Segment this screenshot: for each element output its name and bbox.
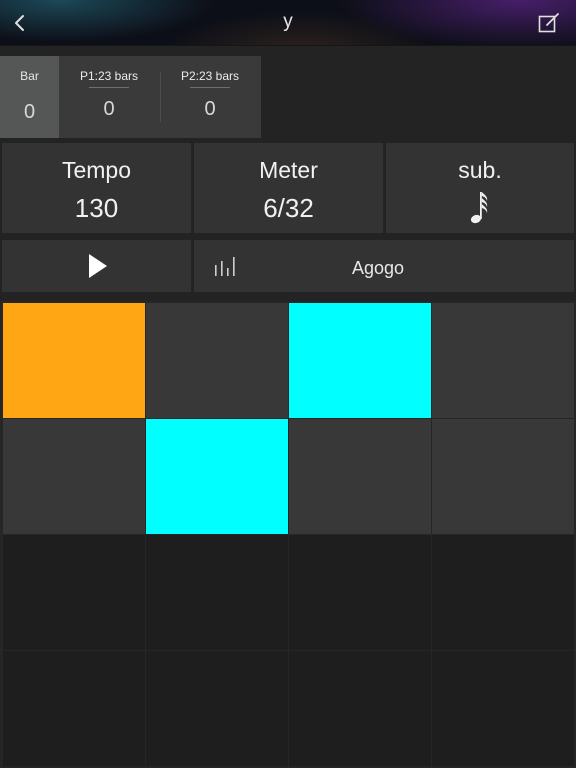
p2-underline xyxy=(190,87,230,88)
tempo-control[interactable]: Tempo 130 xyxy=(2,143,191,233)
pad-r4-c1[interactable] xyxy=(3,651,145,766)
p2-counter: P2:23 bars 0 xyxy=(160,56,260,138)
p1-underline xyxy=(89,87,129,88)
levels-icon xyxy=(215,257,235,276)
pad-r4-c2[interactable] xyxy=(146,651,288,766)
p1-counter: P1:23 bars 0 xyxy=(59,56,159,138)
app-root: y Bar 0 P1:23 bars 0 P2:23 bars 0 Tempo … xyxy=(0,0,576,768)
bar-counter: Bar 0 xyxy=(0,56,59,138)
play-icon xyxy=(89,254,107,278)
pad-r3-c1[interactable] xyxy=(3,535,145,650)
pad-r3-c2[interactable] xyxy=(146,535,288,650)
meter-control[interactable]: Meter 6/32 xyxy=(194,143,383,233)
chevron-left-icon xyxy=(15,15,24,31)
pad-r1-c1[interactable] xyxy=(3,303,145,418)
pad-r3-c3[interactable] xyxy=(289,535,431,650)
pad-r1-c2[interactable] xyxy=(146,303,288,418)
p2-label: P2:23 bars xyxy=(180,69,240,83)
back-button[interactable] xyxy=(6,9,34,37)
page-title: y xyxy=(283,11,293,32)
pad-r1-c4[interactable] xyxy=(432,303,574,418)
pad-r2-c3[interactable] xyxy=(289,419,431,534)
pad-grid xyxy=(0,301,576,768)
p2-value: 0 xyxy=(204,98,216,120)
thirty-second-note-icon xyxy=(470,192,488,224)
meter-label: Meter xyxy=(259,157,318,183)
pad-r2-c1[interactable] xyxy=(3,419,145,534)
instrument-name: Agogo xyxy=(351,258,405,278)
navigation-bar: y xyxy=(0,0,576,46)
meter-value: 6/32 xyxy=(263,193,314,223)
edit-square-icon xyxy=(538,13,559,33)
pad-r4-c4[interactable] xyxy=(432,651,574,766)
tempo-value: 130 xyxy=(74,193,119,223)
tempo-label: Tempo xyxy=(61,157,132,183)
instrument-selector[interactable]: Agogo xyxy=(194,240,574,292)
edit-button[interactable] xyxy=(536,10,562,36)
pad-r2-c2[interactable] xyxy=(146,419,288,534)
play-button[interactable] xyxy=(2,240,191,292)
pad-r1-c3[interactable] xyxy=(289,303,431,418)
pad-r3-c4[interactable] xyxy=(432,535,574,650)
bar-value: 0 xyxy=(23,101,36,123)
bar-counter-panel: Bar 0 P1:23 bars 0 P2:23 bars 0 xyxy=(0,56,261,138)
subdivision-control[interactable]: sub. xyxy=(386,143,574,233)
subdivision-label: sub. xyxy=(458,157,502,183)
p1-value: 0 xyxy=(103,98,115,120)
p1-label: P1:23 bars xyxy=(79,69,139,83)
pad-r2-c4[interactable] xyxy=(432,419,574,534)
pad-r4-c3[interactable] xyxy=(289,651,431,766)
bar-label: Bar xyxy=(20,69,39,83)
